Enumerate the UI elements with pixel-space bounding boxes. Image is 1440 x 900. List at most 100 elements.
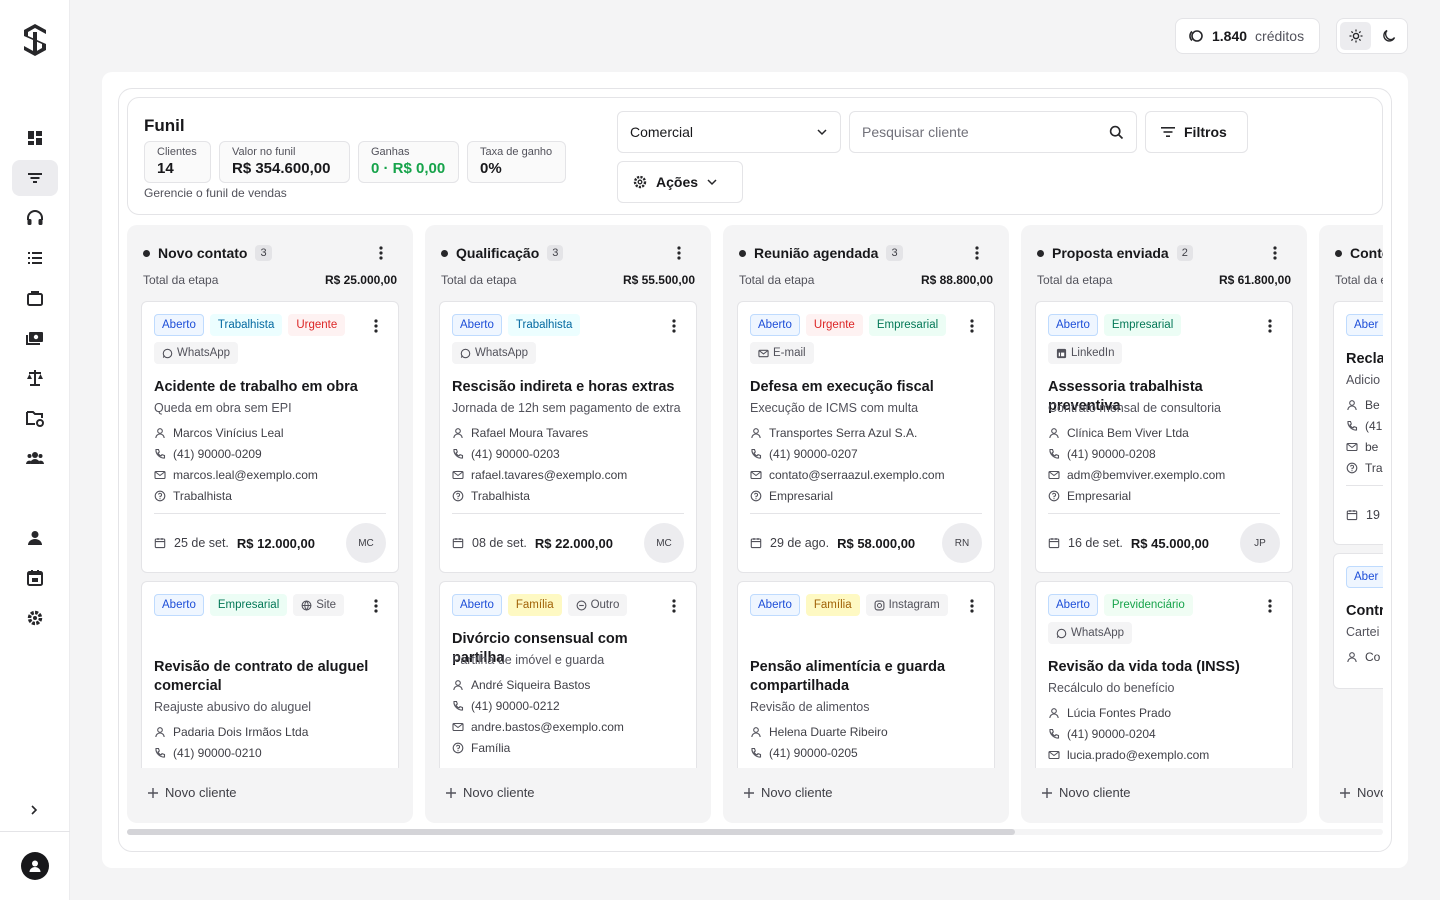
assignee-avatar[interactable]: MC — [644, 523, 684, 563]
kanban-column: Proposta enviada 2 Total da etapa R$ 61.800… — [1021, 225, 1307, 823]
lead-card[interactable]: Aberto Empresarial LinkedIn Assessoria trab… — [1035, 301, 1293, 573]
card-menu-button[interactable] — [964, 318, 980, 334]
lead-card[interactable]: Aberto Empresarial Site Revisão de contrato… — [141, 581, 399, 768]
stage-dot — [1335, 249, 1342, 257]
card-menu-button[interactable] — [368, 598, 384, 614]
card-title: Acidente de trabalho em obra — [154, 379, 358, 395]
linkedin-icon — [1056, 348, 1067, 358]
user-icon — [155, 427, 165, 438]
column-menu-button[interactable] — [969, 245, 985, 261]
info-contact-value: Rafael Moura Tavares — [471, 425, 589, 440]
card-title: Rescisão indireta e horas extras — [452, 379, 675, 395]
tag-label: LinkedIn — [1071, 347, 1115, 359]
tag-label: E-mail — [773, 347, 806, 359]
card-menu-button[interactable] — [666, 598, 682, 614]
actions-button[interactable]: Ações — [617, 161, 743, 203]
lead-card[interactable]: AberW Recla Adicio Be (41 be Tra 19 — [1333, 301, 1383, 545]
column-menu-button[interactable] — [373, 245, 389, 261]
info-contact: Lúcia Fontes Prado — [1048, 705, 1282, 720]
nav-folders[interactable] — [12, 400, 58, 436]
nav-funnel[interactable] — [12, 160, 58, 196]
card-menu-button[interactable] — [666, 318, 682, 334]
dark-theme-button[interactable] — [1373, 22, 1404, 50]
credits-label: créditos — [1255, 28, 1305, 44]
phone-icon — [1049, 448, 1060, 459]
info-phone: (41) 90000-0205 — [750, 745, 984, 760]
filters-button[interactable]: Filtros — [1145, 111, 1248, 153]
card-menu-button[interactable] — [1262, 318, 1278, 334]
assignee-avatar[interactable]: MC — [346, 523, 386, 563]
card-info: Helena Duarte Ribeiro (41) 90000-0205 — [750, 724, 984, 760]
lead-card[interactable]: Aberto Trabalhista Urgente WhatsApp Acidente… — [141, 301, 399, 573]
lead-card[interactable]: Aberto Família Outro Divórcio consensual co… — [439, 581, 697, 768]
nav-profile[interactable] — [12, 520, 58, 556]
nav-clients[interactable] — [12, 440, 58, 476]
stat-funnel-value: Valor no funil R$ 354.600,00 — [219, 141, 350, 183]
folder-settings-icon — [26, 411, 44, 427]
info-area-value: Trabalhista — [173, 488, 232, 503]
info-phone-value: (41) 90000-0204 — [1067, 726, 1156, 741]
lead-card[interactable]: Aberto Previdenciário WhatsApp Revisão da v… — [1035, 581, 1293, 768]
light-theme-button[interactable] — [1340, 22, 1371, 50]
user-avatar[interactable] — [21, 852, 49, 880]
tag-label: Outro — [590, 599, 620, 611]
user-icon — [751, 726, 761, 737]
funnel-header: Funil Clientes 14 Valor no funil R$ 354.… — [127, 97, 1383, 215]
info-email-value: adm@bemviver.exemplo.com — [1067, 467, 1226, 482]
nav-support[interactable] — [12, 200, 58, 236]
new-client-button[interactable]: Novo cliente — [1041, 785, 1131, 800]
theme-toggle — [1336, 18, 1408, 54]
card-tags: AberW — [1346, 314, 1383, 336]
credits-badge[interactable]: 1.840 créditos — [1175, 18, 1320, 54]
tag-label: WhatsApp — [177, 347, 231, 359]
horizontal-scrollbar[interactable] — [127, 829, 1383, 835]
new-client-button[interactable]: Novo cliente — [1339, 785, 1383, 800]
column-menu-button[interactable] — [1267, 245, 1283, 261]
total-label: Total da etapa — [441, 273, 517, 287]
lead-card[interactable]: Aberto Trabalhista WhatsApp Rescisão indire… — [439, 301, 697, 573]
scrollbar-thumb[interactable] — [127, 829, 1015, 835]
assignee-avatar[interactable]: JP — [1240, 523, 1280, 563]
lead-card[interactable]: AberE Contr distra Cartei Co — [1333, 553, 1383, 689]
stat-label: Taxa de ganho — [480, 146, 553, 158]
total-label: Total da etapa — [1335, 273, 1383, 287]
app-logo[interactable] — [20, 22, 50, 58]
more-vertical-icon — [1268, 599, 1272, 613]
tag-label: Família — [813, 599, 852, 611]
assignee-avatar[interactable]: RN — [942, 523, 982, 563]
lead-card[interactable]: Aberto Urgente Empresarial E-mail Defesa em … — [737, 301, 995, 573]
info-contact: Marcos Vinícius Leal — [154, 425, 388, 440]
new-client-button[interactable]: Novo cliente — [743, 785, 833, 800]
nav-list[interactable] — [12, 240, 58, 276]
channel-tag: Site — [293, 594, 345, 616]
column-cards: AberW Recla Adicio Be (41 be Tra 19 AberE Contr d… — [1333, 301, 1383, 768]
column-total: Total da etapa — [1335, 273, 1383, 287]
channel-tag: WhatsApp — [154, 342, 239, 364]
nav-settings[interactable] — [12, 600, 58, 636]
new-client-button[interactable]: Novo cliente — [445, 785, 535, 800]
funnel-container: Funil Clientes 14 Valor no funil R$ 354.… — [118, 88, 1392, 852]
calendar-icon — [1346, 510, 1358, 521]
user-icon — [453, 427, 463, 438]
nav-calendar[interactable] — [12, 560, 58, 596]
search-input[interactable] — [862, 124, 1082, 140]
expand-sidebar-button[interactable] — [22, 800, 46, 820]
card-menu-button[interactable] — [964, 598, 980, 614]
nav-cases[interactable] — [12, 280, 58, 316]
whatsapp-icon — [460, 348, 471, 358]
sidebar — [0, 0, 70, 900]
more-vertical-icon — [975, 246, 979, 260]
card-menu-button[interactable] — [1262, 598, 1278, 614]
nav-legal[interactable] — [12, 360, 58, 396]
column-menu-button[interactable] — [671, 245, 687, 261]
stat-won: Ganhas 0 · R$ 0,00 — [358, 141, 459, 183]
nav-dashboard[interactable] — [12, 120, 58, 156]
card-info: Transportes Serra Azul S.A. (41) 90000-02… — [750, 425, 984, 503]
search-icon[interactable] — [1109, 125, 1124, 140]
new-client-button[interactable]: Novo cliente — [147, 785, 237, 800]
pipeline-select[interactable]: Comercial — [617, 111, 841, 153]
card-menu-button[interactable] — [368, 318, 384, 334]
lead-card[interactable]: Aberto Família Instagram Pensão alimentícia… — [737, 581, 995, 768]
nav-finance[interactable] — [12, 320, 58, 356]
total-value: R$ 25.000,00 — [324, 273, 397, 287]
